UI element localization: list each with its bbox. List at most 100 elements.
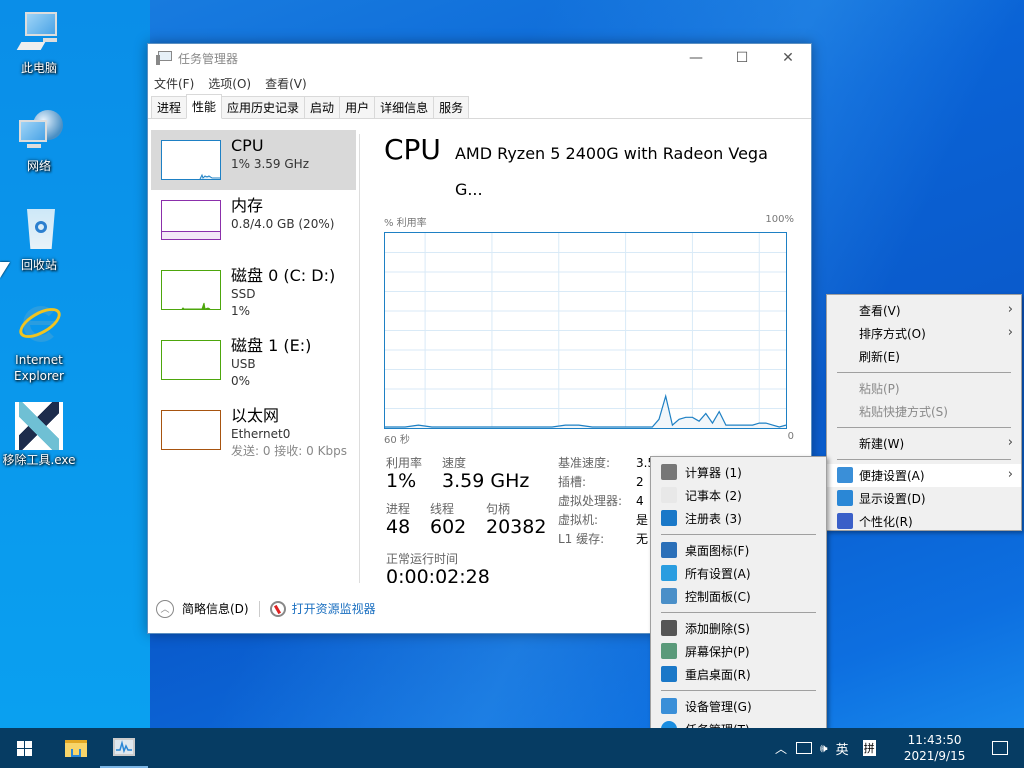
menu-item-label: 记事本 (2)	[685, 489, 742, 503]
menu-item[interactable]: 所有设置(A)	[651, 562, 826, 585]
desktop-icon-label: 移除工具.exe	[2, 453, 76, 467]
tab-app-history[interactable]: 应用历史记录	[221, 96, 306, 118]
menu-item[interactable]: 个性化(R)	[827, 510, 1021, 533]
open-resource-monitor-link[interactable]: 打开资源监视器	[292, 600, 376, 617]
menu-item[interactable]: 粘贴(P)	[827, 377, 1021, 400]
sidebar-item-disk-0[interactable]: 磁盘 0 (C: D:) SSD 1%	[151, 260, 356, 330]
sidebar-detail: 0.8/4.0 GB (20%)	[231, 217, 335, 231]
this-pc-icon	[15, 10, 63, 58]
sidebar-detail: 1% 3.59 GHz	[231, 157, 310, 171]
menu-item-label: 查看(V)	[859, 304, 901, 318]
x-axis-right-label: 0	[787, 431, 794, 442]
chevron-up-icon[interactable]: ︿	[156, 599, 174, 618]
control-panel-icon	[661, 588, 677, 604]
desktop-icon-network[interactable]: 网络	[0, 108, 78, 174]
sidebar-item-memory[interactable]: 内存 0.8/4.0 GB (20%)	[151, 190, 356, 260]
maximize-button[interactable]: ☐	[719, 44, 765, 72]
menu-options[interactable]: 选项(O)	[208, 75, 251, 92]
threads-label: 线程	[430, 502, 455, 516]
menu-view[interactable]: 查看(V)	[265, 75, 307, 92]
desktop-icon-label: 回收站	[20, 258, 57, 272]
spec-l1-cache: L1 缓存: 无	[558, 532, 649, 546]
folder-icon	[65, 739, 87, 757]
menu-item-label: 个性化(R)	[859, 515, 913, 529]
device-manager-icon	[661, 698, 677, 714]
cpu-utilization-graph	[384, 232, 787, 429]
tab-details[interactable]: 详细信息	[374, 96, 435, 118]
menu-item[interactable]: 桌面图标(F)	[651, 539, 826, 562]
menu-item[interactable]: 查看(V) ›	[827, 299, 1021, 322]
menu-item-label: 粘贴(P)	[859, 382, 900, 396]
fewer-details-button[interactable]: 简略信息(D)	[182, 600, 249, 617]
menu-item[interactable]: 重启桌面(R)	[651, 663, 826, 686]
all-settings-icon	[661, 565, 677, 581]
menu-item[interactable]: 添加删除(S)	[651, 617, 826, 640]
desktop-icon-this-pc[interactable]: 此电脑	[0, 10, 78, 76]
menu-file[interactable]: 文件(F)	[154, 75, 194, 92]
ime-mode-indicator[interactable]: 拼	[862, 740, 876, 756]
close-button[interactable]: ✕	[765, 44, 811, 72]
personalize-icon	[837, 513, 853, 529]
cpu-graph-svg	[385, 233, 786, 428]
desktop-context-menu: 查看(V) › 排序方式(O) › 刷新(E) 粘贴(P) 粘贴快捷方式(S) 新建(W) › 便…	[826, 294, 1022, 531]
sidebar-item-cpu[interactable]: CPU 1% 3.59 GHz	[151, 130, 356, 190]
calculator-icon	[661, 464, 677, 480]
sidebar-item-disk-1[interactable]: 磁盘 1 (E:) USB 0%	[151, 330, 356, 400]
show-hidden-icons-button[interactable]: ︿	[772, 740, 790, 757]
sidebar-item-ethernet[interactable]: 以太网 Ethernet0 发送: 0 接收: 0 Kbps	[151, 400, 356, 470]
menu-item[interactable]: 注册表 (3)	[651, 507, 826, 530]
tab-processes[interactable]: 进程	[151, 96, 188, 118]
sidebar-detail: Ethernet0	[231, 427, 291, 441]
sidebar-detail: SSD	[231, 287, 256, 301]
menu-item[interactable]: 粘贴快捷方式(S)	[827, 400, 1021, 423]
tab-startup[interactable]: 启动	[304, 96, 341, 118]
desktop-icon-recycle-bin[interactable]: 回收站	[0, 207, 78, 273]
disk0-thumbnail-graph	[161, 270, 221, 310]
disk1-thumbnail-graph	[161, 340, 221, 380]
volume-icon[interactable]: 🕪	[820, 741, 828, 756]
submenu-arrow-icon: ›	[1007, 325, 1013, 340]
menu-item[interactable]: 排序方式(O) ›	[827, 322, 1021, 345]
clock[interactable]: 11:43:50 2021/9/15	[900, 732, 970, 764]
start-button[interactable]	[0, 728, 48, 768]
taskbar-file-explorer[interactable]	[52, 728, 100, 768]
display-settings-icon	[837, 490, 853, 506]
sidebar-detail-2: 0%	[231, 374, 251, 388]
submenu-arrow-icon: ›	[1007, 467, 1013, 482]
submenu-arrow-icon: ›	[1007, 302, 1013, 317]
menu-item[interactable]: 便捷设置(A) ›	[827, 464, 1021, 487]
action-center-icon[interactable]	[991, 741, 1008, 755]
menu-item[interactable]: 控制面板(C)	[651, 585, 826, 608]
menu-item[interactable]: 显示设置(D)	[827, 487, 1021, 510]
menu-item[interactable]: 设备管理(G)	[651, 695, 826, 718]
tab-bar: 进程 性能 应用历史记录 启动 用户 详细信息 服务	[148, 94, 811, 119]
spec-sockets: 插槽: 2	[558, 475, 644, 489]
cpu-thumbnail-graph	[161, 140, 221, 180]
desktop-icon-internet-explorer[interactable]: Internet Explorer	[0, 301, 78, 384]
network-tray-icon[interactable]	[796, 742, 812, 754]
taskbar: ︿ 🕪 英 拼 11:43:50 2021/9/15	[0, 728, 1024, 768]
title-bar[interactable]: 任务管理器 — ☐ ✕	[148, 44, 811, 72]
desktop-icon-label: Internet Explorer	[14, 353, 64, 383]
menu-item[interactable]: 记事本 (2)	[651, 484, 826, 507]
menu-separator	[661, 534, 816, 535]
sidebar-detail: USB	[231, 357, 256, 371]
tab-performance[interactable]: 性能	[186, 94, 223, 119]
menu-item[interactable]: 刷新(E)	[827, 345, 1021, 368]
menu-item[interactable]: 屏幕保护(P)	[651, 640, 826, 663]
taskbar-task-manager[interactable]	[100, 728, 148, 768]
processes-label: 进程	[386, 502, 411, 516]
ime-language-indicator[interactable]: 英	[836, 739, 849, 758]
menu-item-label: 计算器 (1)	[685, 466, 742, 480]
minimize-button[interactable]: —	[673, 44, 719, 72]
task-manager-icon	[113, 738, 135, 756]
menu-item[interactable]: 新建(W) ›	[827, 432, 1021, 455]
y-axis-label: % 利用率	[384, 218, 427, 229]
tab-services[interactable]: 服务	[433, 96, 470, 118]
menu-item[interactable]: 计算器 (1)	[651, 461, 826, 484]
removal-tool-icon	[15, 402, 63, 450]
uptime-label: 正常运行时间	[386, 552, 459, 566]
handles-label: 句柄	[486, 502, 511, 516]
desktop-icon-removal-tool[interactable]: 移除工具.exe	[0, 402, 78, 468]
tab-users[interactable]: 用户	[339, 96, 376, 118]
